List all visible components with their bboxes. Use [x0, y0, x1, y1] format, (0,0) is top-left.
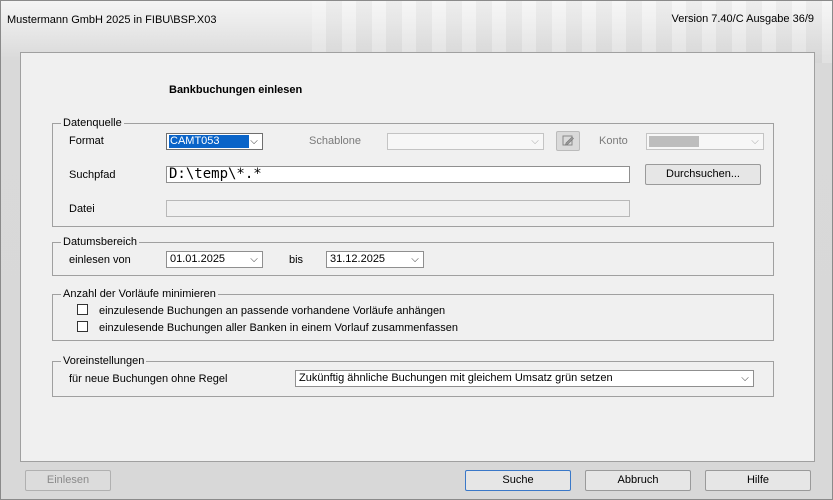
bis-label: bis: [289, 254, 304, 266]
rule-value: Zukünftig ähnliche Buchungen mit gleiche…: [299, 372, 613, 384]
datei-input[interactable]: [166, 200, 630, 217]
einlesen-von-label: einlesen von: [69, 254, 131, 266]
edit-template-button[interactable]: [556, 131, 580, 151]
konto-value-placeholder: [649, 136, 699, 147]
date-from-value: 01.01.2025: [170, 253, 226, 265]
rule-select[interactable]: Zukünftig ähnliche Buchungen mit gleiche…: [295, 370, 754, 387]
abbruch-button[interactable]: Abbruch: [585, 470, 691, 491]
format-value: CAMT053: [169, 135, 249, 148]
date-from-select[interactable]: 01.01.2025 ⌵: [166, 251, 263, 268]
chevron-down-icon: ⌵: [411, 254, 419, 265]
version-label: Version 7.40/C Ausgabe 36/9: [671, 13, 815, 25]
suche-button[interactable]: Suche: [465, 470, 571, 491]
date-to-select[interactable]: 31.12.2025 ⌵: [326, 251, 424, 268]
option1-label[interactable]: einzulesende Buchungen an passende vorha…: [99, 305, 445, 317]
rule-label: für neue Buchungen ohne Regel: [69, 373, 228, 385]
dialog-heading: Bankbuchungen einlesen: [169, 84, 303, 96]
format-select[interactable]: CAMT053 ⌵: [166, 133, 263, 150]
suchpfad-input[interactable]: D:\temp\*.*: [166, 166, 630, 183]
suchpfad-label: Suchpfad: [69, 169, 116, 181]
option1-checkbox[interactable]: [77, 304, 88, 315]
option2-checkbox[interactable]: [77, 321, 88, 332]
chevron-down-icon: ⌵: [751, 136, 759, 147]
schablone-select[interactable]: ⌵: [387, 133, 544, 150]
konto-select[interactable]: ⌵: [646, 133, 764, 150]
chevron-down-icon: ⌵: [250, 136, 258, 147]
chevron-down-icon: ⌵: [250, 254, 258, 265]
schablone-label: Schablone: [309, 135, 361, 147]
chevron-down-icon: ⌵: [531, 136, 539, 147]
vorlaeufe-legend: Anzahl der Vorläufe minimieren: [61, 288, 218, 300]
datumsbereich-legend: Datumsbereich: [61, 236, 139, 248]
format-label: Format: [69, 135, 104, 147]
durchsuchen-button[interactable]: Durchsuchen...: [645, 164, 761, 185]
konto-label: Konto: [599, 135, 628, 147]
chevron-down-icon: ⌵: [741, 373, 749, 384]
datenquelle-legend: Datenquelle: [61, 117, 124, 129]
application-window: Mustermann GmbH 2025 in FIBU\BSP.X03 Ver…: [0, 0, 833, 500]
voreinstellungen-legend: Voreinstellungen: [61, 355, 147, 367]
einlesen-button[interactable]: Einlesen: [25, 470, 111, 491]
app-title: Mustermann GmbH 2025 in FIBU\BSP.X03: [7, 14, 217, 26]
hilfe-button[interactable]: Hilfe: [705, 470, 811, 491]
datei-label: Datei: [69, 203, 95, 215]
date-to-value: 31.12.2025: [330, 253, 386, 265]
option2-label[interactable]: einzulesende Buchungen aller Banken in e…: [99, 322, 458, 334]
edit-template-icon: [562, 135, 574, 146]
